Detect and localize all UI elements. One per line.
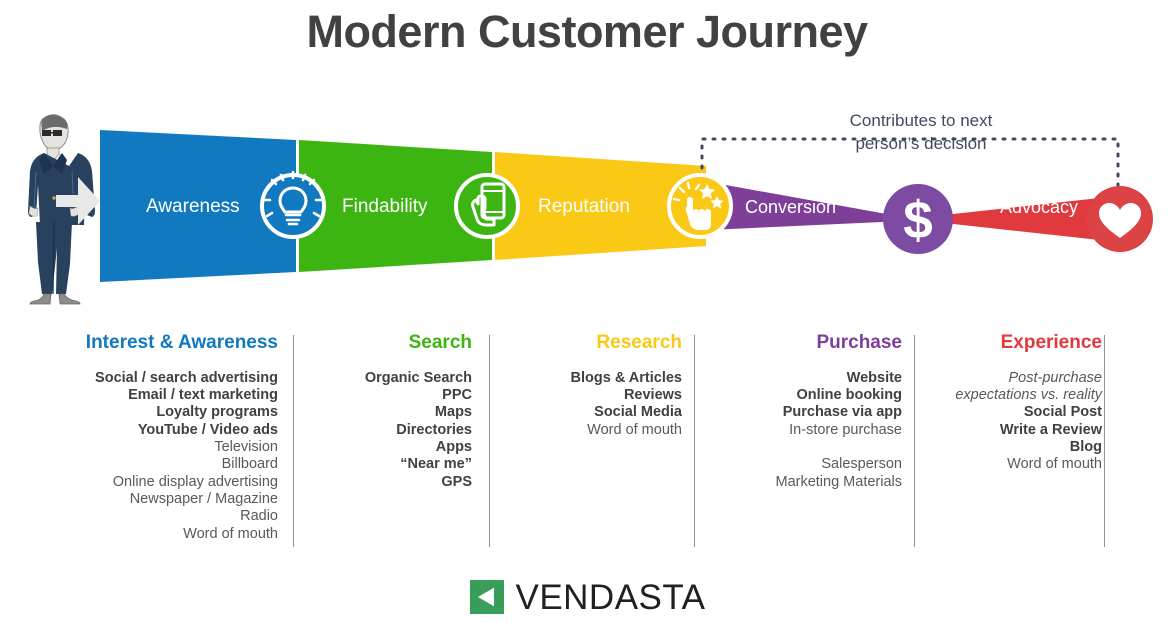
list-item: Social / search advertising — [95, 369, 278, 386]
list-item: Loyalty programs — [156, 404, 278, 421]
list-item: Salesperson — [821, 456, 902, 473]
stage-label-advocacy: Advocacy — [1000, 197, 1079, 217]
list-item: Television — [214, 439, 278, 456]
list-item: Email / text marketing — [128, 387, 278, 404]
vendasta-logo: VENDASTA — [0, 578, 1174, 616]
tap-stars-icon — [667, 173, 733, 239]
column-list-research: Blogs & Articles Reviews Social Media Wo… — [512, 370, 682, 439]
list-item: Blog — [1069, 439, 1102, 456]
column-experience: Experience Post-purchase expectations vs… — [930, 332, 1102, 474]
column-divider — [1104, 335, 1105, 547]
list-item: PPC — [442, 387, 472, 404]
list-item: Marketing Materials — [775, 473, 902, 490]
vendasta-mark-icon — [470, 580, 505, 614]
list-item: Social Media — [594, 404, 682, 421]
list-item: Write a Review — [999, 421, 1102, 438]
list-item: GPS — [441, 473, 472, 490]
feedback-annotation-line2: person’s decision — [855, 133, 987, 153]
column-purchase: Purchase Website Online booking Purchase… — [712, 332, 902, 491]
svg-text:$: $ — [903, 191, 932, 250]
list-item: expectations vs. reality — [955, 387, 1102, 404]
list-item: In-store purchase — [789, 421, 902, 438]
list-item: Billboard — [221, 456, 278, 473]
stage-label-reputation: Reputation — [538, 196, 630, 217]
stage-label-awareness: Awareness — [146, 196, 240, 217]
feedback-annotation-line1: Contributes to next — [849, 111, 993, 130]
column-list-interest-awareness: Social / search advertising Email / text… — [0, 370, 278, 543]
column-research: Research Blogs & Articles Reviews Social… — [512, 332, 682, 439]
list-item: Online display advertising — [112, 473, 278, 490]
lightbulb-icon — [260, 170, 326, 239]
column-search: Search Organic Search PPC Maps Directori… — [320, 332, 472, 491]
column-list-search: Organic Search PPC Maps Directories Apps… — [320, 370, 472, 491]
list-item: Purchase via app — [782, 404, 902, 421]
customer-journey-funnel: $ Awareness Findability Reputation Conve… — [0, 96, 1174, 316]
list-item: Website — [846, 369, 902, 386]
list-item: Social Post — [1023, 404, 1102, 421]
column-divider — [914, 335, 915, 547]
list-item: Organic Search — [364, 369, 472, 386]
column-heading-search: Search — [408, 332, 472, 353]
feedback-annotation: Contributes to next person’s decision — [826, 110, 1016, 156]
list-item: Online booking — [796, 387, 902, 404]
column-list-purchase: Website Online booking Purchase via app … — [712, 370, 902, 491]
column-interest-awareness: Interest & Awareness Social / search adv… — [0, 332, 278, 543]
list-item: Word of mouth — [587, 421, 682, 438]
list-item: Apps — [435, 439, 472, 456]
hand-phone-icon — [454, 173, 520, 239]
stage-label-conversion: Conversion — [745, 197, 837, 217]
list-item: Directories — [396, 421, 472, 438]
list-item: Radio — [240, 508, 278, 525]
column-heading-research: Research — [596, 332, 682, 353]
column-heading-interest-awareness: Interest & Awareness — [85, 332, 278, 353]
column-heading-experience: Experience — [1000, 332, 1102, 353]
list-item: Post-purchase — [1008, 369, 1103, 386]
stage-label-findability: Findability — [342, 196, 428, 217]
channel-columns: Interest & Awareness Social / search adv… — [0, 332, 1174, 555]
list-item: Blogs & Articles — [570, 369, 682, 386]
vendasta-logo-text: VENDASTA — [515, 577, 706, 617]
column-heading-purchase: Purchase — [816, 332, 902, 353]
column-divider — [694, 335, 695, 547]
list-item: Word of mouth — [1007, 456, 1102, 473]
list-item: Newspaper / Magazine — [129, 490, 278, 507]
list-item: Maps — [434, 404, 472, 421]
page-title: Modern Customer Journey — [306, 6, 868, 57]
column-divider — [293, 335, 294, 547]
list-item: YouTube / Video ads — [137, 421, 278, 438]
column-list-experience: Post-purchase expectations vs. reality S… — [930, 370, 1102, 474]
list-item: “Near me” — [400, 456, 472, 473]
list-item: Word of mouth — [183, 525, 278, 542]
column-divider — [489, 335, 490, 547]
list-item: Reviews — [623, 387, 682, 404]
